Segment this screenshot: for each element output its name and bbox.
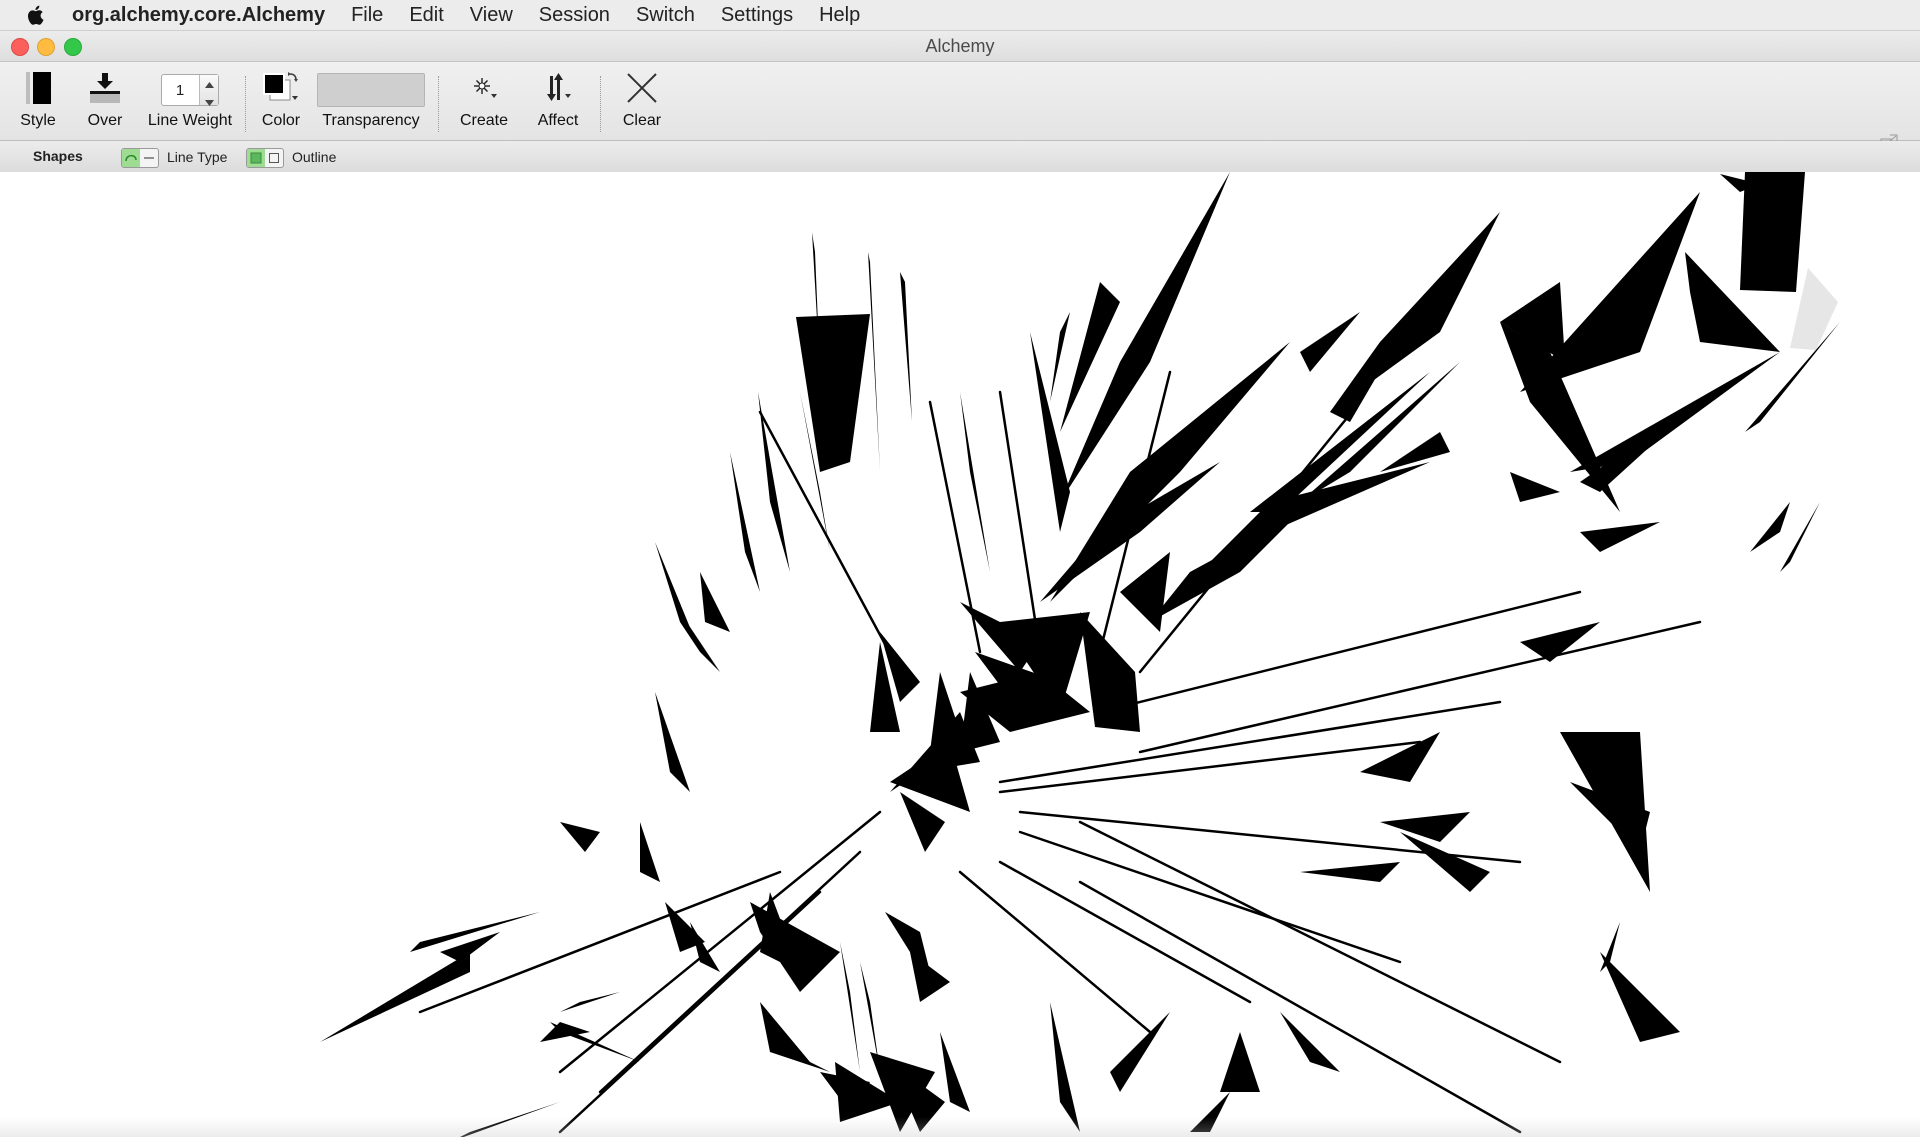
menu-edit[interactable]: Edit [409,4,443,27]
color-label: Color [261,112,301,129]
affect-button[interactable]: Affect [532,70,584,138]
outline-label: Outline [292,149,337,165]
style-button[interactable]: Style [18,70,58,138]
line-weight-control: 1 Line Weight [148,70,232,138]
window-title-bar: Alchemy [0,31,1920,62]
over-button[interactable]: Over [84,70,126,138]
line-weight-field[interactable]: 1 [161,74,219,106]
menu-settings[interactable]: Settings [721,4,793,27]
shattered-ink-artwork [320,172,1840,1137]
transparency-control: Transparency [317,70,425,138]
sparkle-create-icon [466,70,502,111]
line-type-toggle[interactable] [121,148,159,168]
menu-help[interactable]: Help [819,4,860,27]
style-label: Style [20,112,56,129]
app-name-menu[interactable]: org.alchemy.core.Alchemy [72,4,325,27]
affect-arrows-icon [540,70,576,111]
affect-label: Affect [537,112,579,129]
line-weight-label: Line Weight [147,112,233,129]
toolbar-separator [438,76,439,132]
transparency-slider[interactable] [317,73,425,107]
stepper-down-icon[interactable] [204,93,214,111]
toolbar: Style Over 1 Line Weight Color Transpare… [0,62,1920,147]
canvas-artwork [320,172,1840,1137]
drawing-canvas[interactable] [0,172,1920,1137]
curved-line-icon[interactable] [122,149,140,167]
transparency-label: Transparency [322,112,420,129]
outline-shape-icon[interactable] [265,149,283,167]
color-button[interactable]: Color [256,70,306,138]
apple-logo-icon[interactable] [26,4,50,26]
clear-button[interactable]: Clear [618,70,666,138]
shapes-label: Shapes [33,148,83,164]
outline-toggle[interactable] [246,148,284,168]
toolbar-separator [245,76,246,132]
line-weight-value[interactable]: 1 [162,82,198,99]
download-arrow-icon [87,70,123,111]
menu-view[interactable]: View [470,4,513,27]
create-button[interactable]: Create [458,70,510,138]
menu-session[interactable]: Session [539,4,610,27]
color-swap-icon [259,70,303,111]
menu-switch[interactable]: Switch [636,4,695,27]
menu-bar: org.alchemy.core.Alchemy File Edit View … [0,0,1920,31]
create-label: Create [459,112,509,129]
straight-line-icon[interactable] [140,149,158,167]
window-title: Alchemy [925,36,995,56]
filled-shape-icon[interactable] [247,149,265,167]
menu-file[interactable]: File [351,4,383,27]
canvas-bottom-shadow [0,1117,1920,1137]
toolbar-separator [600,76,601,132]
clear-label: Clear [622,112,662,129]
line-type-label: Line Type [167,149,228,165]
over-label: Over [87,112,123,129]
style-swatch-icon [22,70,54,111]
shapes-options-bar: Shapes Line Type Outline [0,141,1920,173]
stepper-up-icon[interactable] [204,75,214,93]
x-close-icon [624,70,660,111]
line-weight-stepper[interactable] [199,75,218,106]
